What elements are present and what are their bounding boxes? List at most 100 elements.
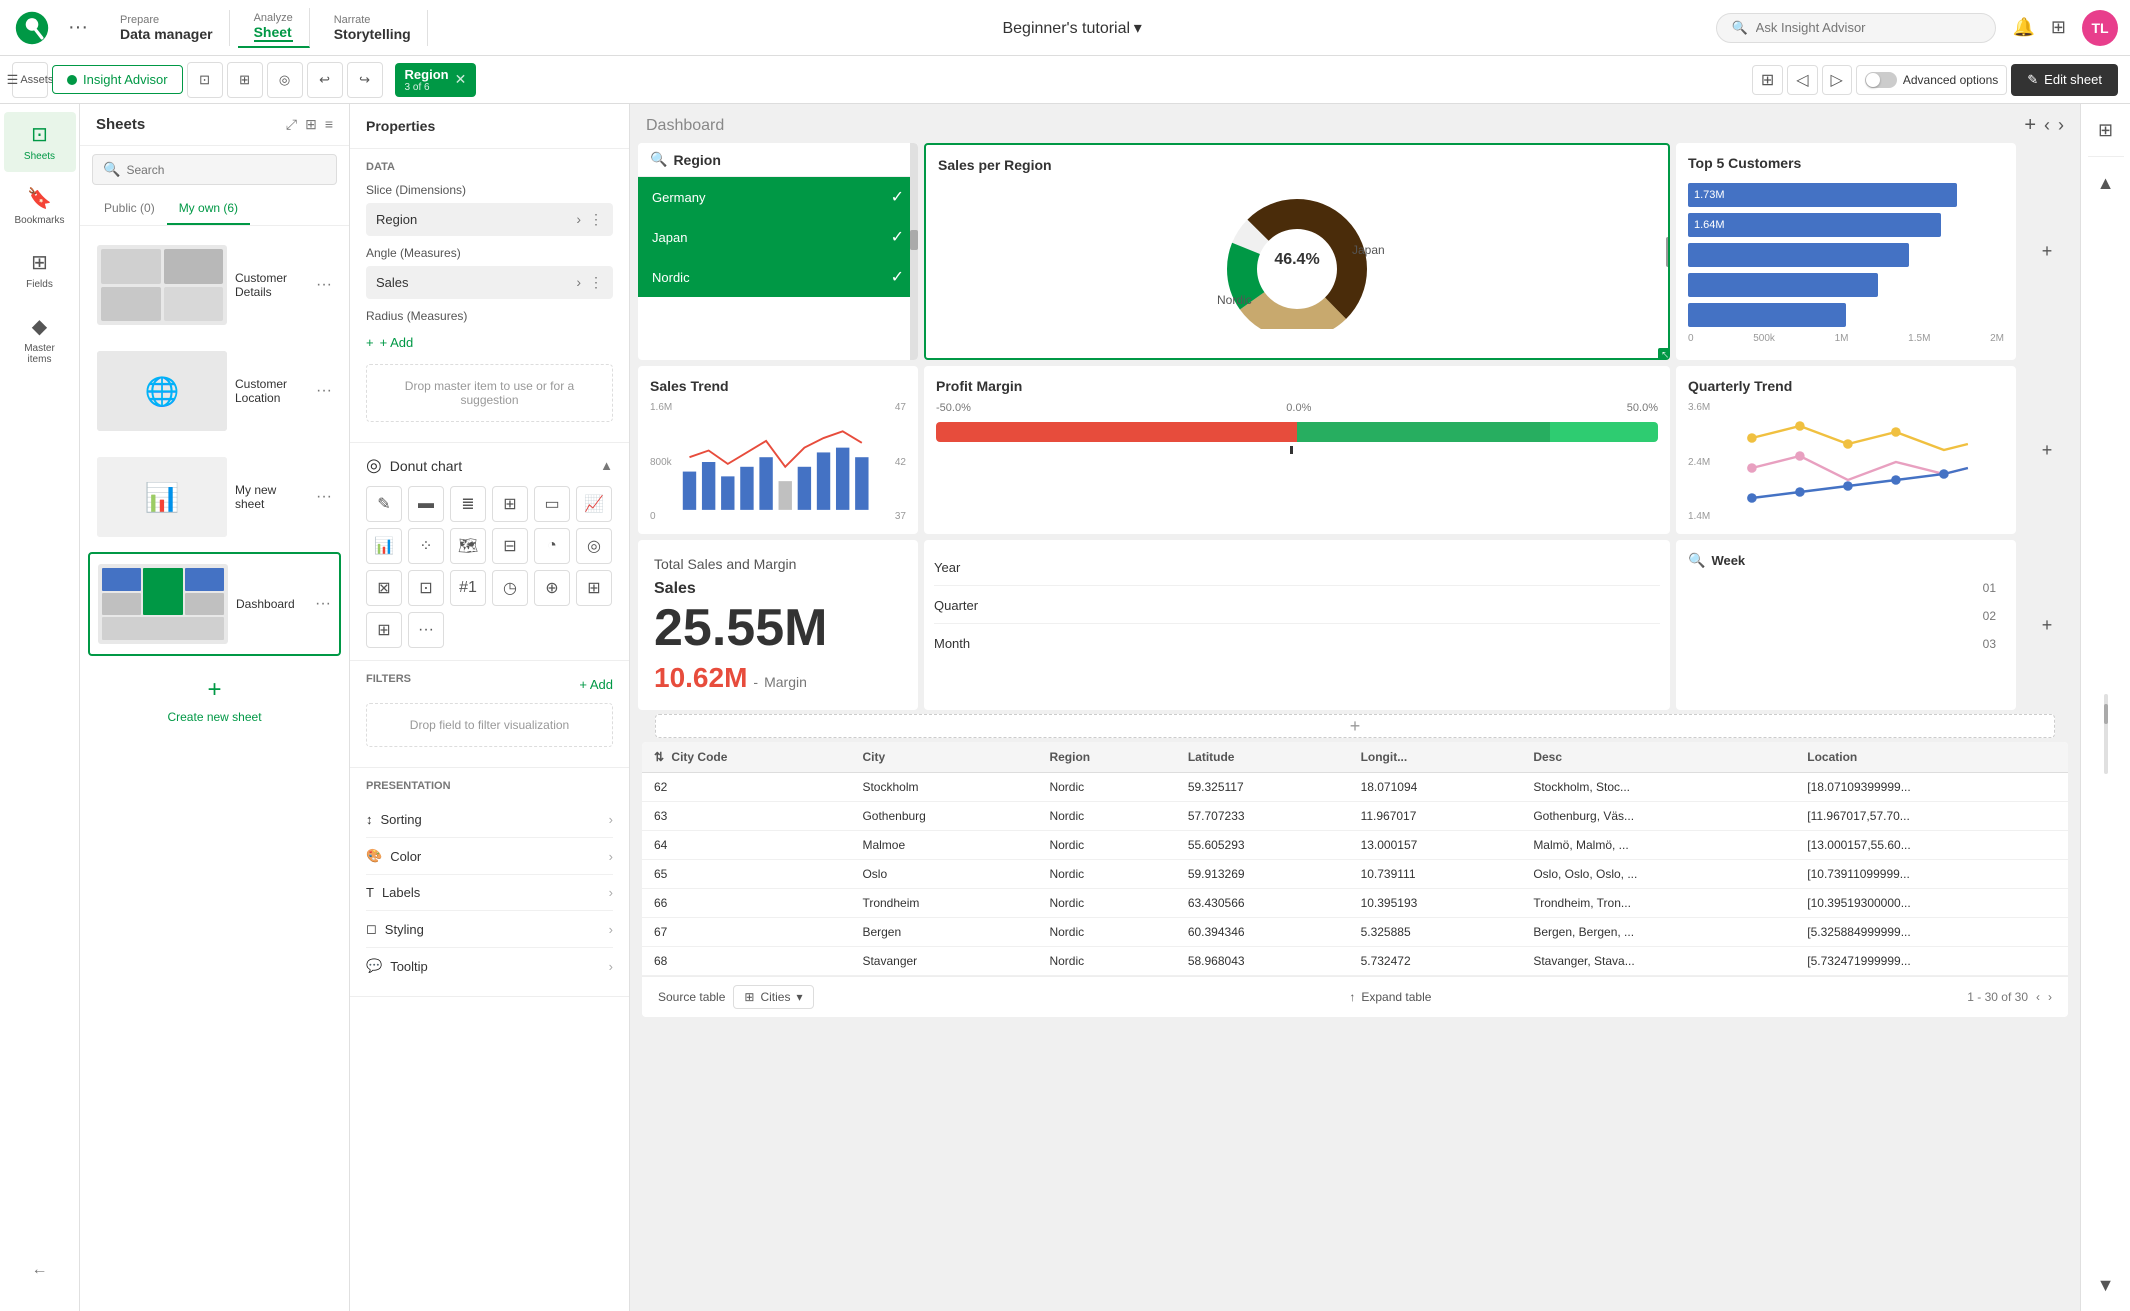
slice-expand-icon[interactable]: ›	[576, 211, 581, 228]
vis-icon-gauge[interactable]: ◷	[492, 570, 528, 606]
vis-icon-bar[interactable]: ▬	[408, 486, 444, 522]
vis-icon-donut[interactable]: ◎	[576, 528, 612, 564]
sheet-item-customer-details[interactable]: Customer Details ···	[88, 234, 341, 336]
vis-icon-combo[interactable]: 📊	[366, 528, 402, 564]
filter-quarter[interactable]: Quarter	[934, 588, 1660, 624]
grid-layout-btn[interactable]: ⊞	[227, 62, 263, 98]
sheet-dots-customer-details[interactable]: ···	[316, 276, 332, 294]
sorting-item[interactable]: ↕ Sorting ›	[366, 802, 613, 838]
r-scroll-up[interactable]: ▲	[2088, 165, 2124, 201]
vis-icon-dist[interactable]: ⊞	[576, 570, 612, 606]
sheet-item-dashboard[interactable]: Dashboard ···	[88, 552, 341, 656]
expand-table-btn[interactable]: ↑ Expand table	[1349, 990, 1431, 1004]
next-page-btn[interactable]: ›	[2048, 990, 2052, 1004]
sidebar-item-master[interactable]: ◆ Master items	[4, 304, 76, 375]
vis-icon-pivot[interactable]: ⊠	[366, 570, 402, 606]
color-item[interactable]: 🎨 Color ›	[366, 838, 613, 875]
create-new-sheet[interactable]: + Create new sheet	[88, 660, 341, 740]
advanced-options-toggle[interactable]: Advanced options	[1856, 65, 2007, 95]
filter-year[interactable]: Year	[934, 550, 1660, 586]
th-location[interactable]: Location	[1795, 742, 2068, 773]
filters-add-btn[interactable]: + Add	[579, 677, 613, 692]
dashboard-add-btn[interactable]: +	[2024, 114, 2036, 137]
vis-icon-map[interactable]: 🗺	[450, 528, 486, 564]
vis-icon-table[interactable]: ⊞	[492, 486, 528, 522]
resize-handle[interactable]: ⤡	[1658, 348, 1670, 360]
undo-btn[interactable]: ↩	[307, 62, 343, 98]
selection-btn[interactable]: ◎	[267, 62, 303, 98]
th-latitude[interactable]: Latitude	[1176, 742, 1349, 773]
r-scroll-down[interactable]: ▼	[2088, 1267, 2124, 1303]
nav-left-btn[interactable]: ‹	[2044, 115, 2050, 136]
list-icon[interactable]: ≡	[325, 116, 333, 133]
nav-menu-dots[interactable]: ···	[60, 12, 96, 43]
vis-icon-word[interactable]: ⊕	[534, 570, 570, 606]
redo-btn[interactable]: ↪	[347, 62, 383, 98]
th-region[interactable]: Region	[1037, 742, 1175, 773]
cities-dropdown[interactable]: ⊞ Cities ▾	[733, 985, 813, 1009]
tab-public[interactable]: Public (0)	[92, 193, 167, 225]
slice-field-row[interactable]: Region › ⋮	[366, 203, 613, 236]
nav-prepare[interactable]: Prepare Data manager	[104, 10, 230, 46]
user-avatar[interactable]: TL	[2082, 10, 2118, 46]
sidebar-collapse-arrow[interactable]: ←	[24, 1253, 56, 1287]
snap-icon-btn[interactable]: ⊡	[187, 62, 223, 98]
expand-icon[interactable]: ⤢	[286, 116, 297, 133]
sidebar-item-fields[interactable]: ⊞ Fields	[4, 240, 76, 300]
add-right-btn-2[interactable]: +	[2029, 432, 2065, 468]
vis-icon-line[interactable]: 📈	[576, 486, 612, 522]
region-item-nordic[interactable]: Nordic ✓	[638, 257, 918, 297]
vis-icon-more[interactable]: ···	[408, 612, 444, 648]
app-title-chevron[interactable]: ▾	[1134, 20, 1142, 37]
nav-right-btn[interactable]: ›	[2058, 115, 2064, 136]
add-right-btn-1[interactable]: +	[2029, 234, 2065, 270]
sheet-dots-new-sheet[interactable]: ···	[316, 488, 332, 506]
table-icon-btn[interactable]: ⊞	[2088, 112, 2124, 148]
insight-search-input[interactable]	[1756, 20, 1956, 35]
labels-item[interactable]: T Labels ›	[366, 875, 613, 911]
vis-icon-edit[interactable]: ✎	[366, 486, 402, 522]
th-longitude[interactable]: Longit...	[1349, 742, 1522, 773]
filter-month[interactable]: Month	[934, 626, 1660, 661]
back-btn[interactable]: ◁	[1787, 65, 1817, 95]
vis-icon-pie[interactable]: ◔	[534, 528, 570, 564]
angle-menu-icon[interactable]: ⋮	[589, 274, 603, 291]
vis-icon-treemap[interactable]: ⊟	[492, 528, 528, 564]
slice-menu-icon[interactable]: ⋮	[589, 211, 603, 228]
nav-analyze[interactable]: Analyze Sheet	[238, 8, 310, 48]
add-right-btn-3[interactable]: +	[2029, 607, 2065, 643]
tooltip-item[interactable]: 💬 Tooltip ›	[366, 948, 613, 984]
sheet-item-new-sheet[interactable]: 📊 My new sheet ···	[88, 446, 341, 548]
th-city-code[interactable]: ⇅ City Code	[642, 742, 850, 773]
vis-icon-kpi[interactable]: #1	[450, 570, 486, 606]
grid-icon[interactable]: ⊞	[2051, 17, 2066, 38]
sheet-dots-customer-location[interactable]: ···	[316, 382, 332, 400]
sheets-search-box[interactable]: 🔍	[92, 154, 337, 185]
vis-icon-stacked[interactable]: ≣	[450, 486, 486, 522]
insight-advisor-btn[interactable]: Insight Advisor	[52, 65, 183, 94]
region-item-germany[interactable]: Germany ✓	[638, 177, 918, 217]
styling-item[interactable]: ◻ Styling ›	[366, 911, 613, 948]
vis-collapse-icon[interactable]: ▲	[600, 458, 613, 473]
sheets-search-input[interactable]	[126, 163, 286, 177]
assets-btn[interactable]: ☰ Assets	[12, 62, 48, 98]
prev-page-btn[interactable]: ‹	[2036, 990, 2040, 1004]
grid-thumb-icon[interactable]: ⊞	[305, 116, 317, 133]
add-radius-btn[interactable]: + + Add	[366, 329, 613, 356]
tab-my-own[interactable]: My own (6)	[167, 193, 250, 225]
vis-icon-waterfall[interactable]: ⊞	[366, 612, 402, 648]
sidebar-item-bookmarks[interactable]: 🔖 Bookmarks	[4, 176, 76, 236]
add-row-btn[interactable]: +	[655, 714, 2055, 738]
fwd-btn[interactable]: ▷	[1822, 65, 1852, 95]
sheet-dots-dashboard[interactable]: ···	[315, 595, 331, 613]
angle-field-row[interactable]: Sales › ⋮	[366, 266, 613, 299]
th-desc[interactable]: Desc	[1521, 742, 1795, 773]
vis-icon-flat-table[interactable]: ⊡	[408, 570, 444, 606]
sidebar-item-sheets[interactable]: ⊡ Sheets	[4, 112, 76, 172]
region-badge-close[interactable]: ✕	[455, 71, 467, 88]
th-city[interactable]: City	[850, 742, 1037, 773]
vis-icon-hbar[interactable]: ▭	[534, 486, 570, 522]
notification-icon[interactable]: 🔔	[2012, 17, 2034, 38]
sheet-item-customer-location[interactable]: 🌐 Customer Location ···	[88, 340, 341, 442]
angle-expand-icon[interactable]: ›	[576, 274, 581, 291]
